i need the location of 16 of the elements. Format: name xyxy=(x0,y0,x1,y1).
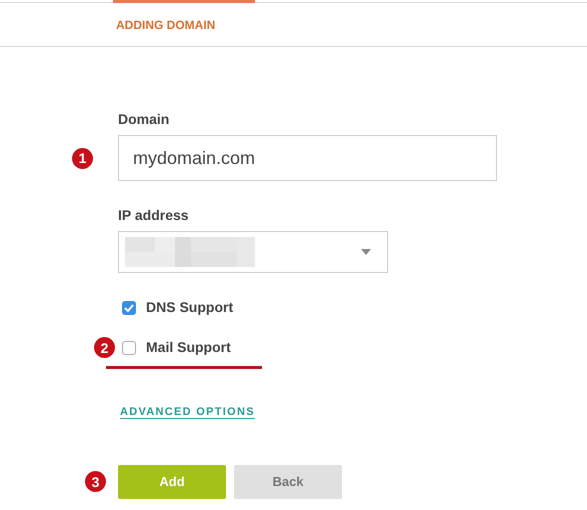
add-button[interactable]: Add xyxy=(118,464,226,498)
step-marker: 2 xyxy=(94,337,115,358)
caret-icon xyxy=(361,249,371,255)
checkbox[interactable] xyxy=(122,340,136,354)
tab[interactable]: ADDING DOMAIN xyxy=(113,0,255,46)
field-label: Domain xyxy=(118,110,170,129)
checkbox-label: DNS Support xyxy=(146,298,234,317)
back-button[interactable]: Back xyxy=(234,464,342,498)
step-marker: 1 xyxy=(72,148,93,168)
ip-address-select[interactable] xyxy=(118,231,388,273)
field-label: IP address xyxy=(118,206,189,225)
advanced-options-link[interactable]: ADVANCED OPTIONS xyxy=(120,404,255,420)
domain-field[interactable]: mydomain.com xyxy=(118,135,497,181)
step-marker: 3 xyxy=(85,471,106,492)
checkbox-label: Mail Support xyxy=(146,338,231,357)
checkbox[interactable] xyxy=(122,300,136,314)
